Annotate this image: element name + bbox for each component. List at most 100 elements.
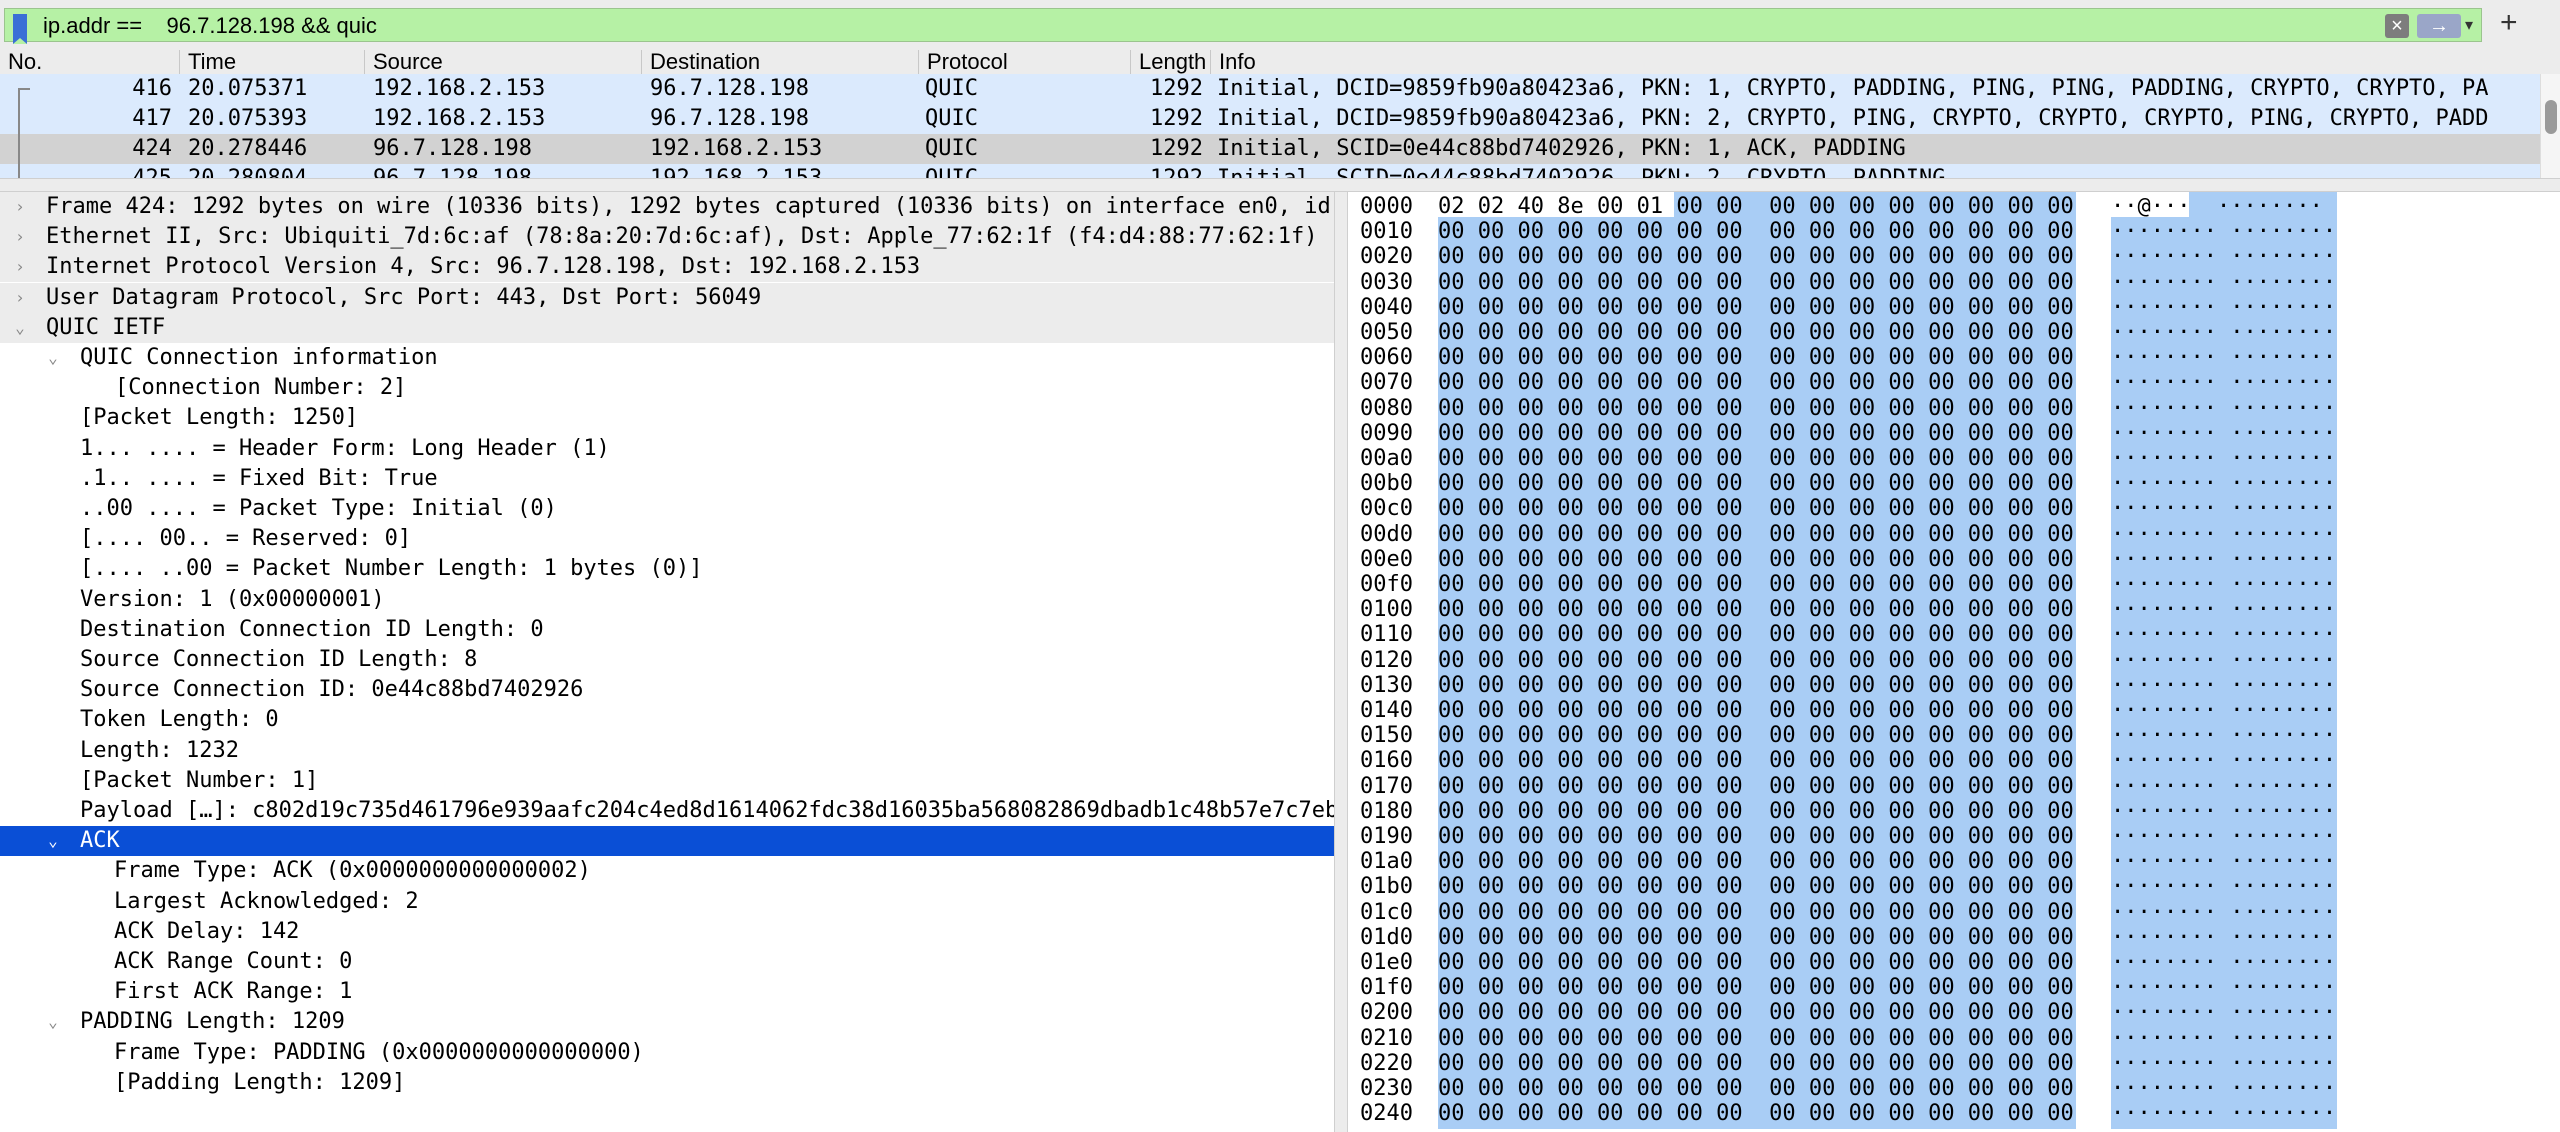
tree-node[interactable]: [Packet Length: 1250] — [0, 403, 1334, 433]
tree-node-label: Destination Connection ID Length: 0 — [80, 616, 544, 642]
tree-node-label: Source Connection ID Length: 8 — [80, 647, 478, 672]
cell-no: 424 — [132, 136, 172, 161]
tree-node-label: Internet Protocol Version 4, Src: 96.7.1… — [46, 254, 921, 280]
tree-node[interactable]: › User Datagram Protocol, Src Port: 443, … — [0, 282, 1334, 313]
hex-ascii[interactable]: ········ ········ — [2111, 1099, 2337, 1130]
hex-row: 0240 00 00 00 00 00 00 00 00 00 00 00 00 … — [1348, 1099, 2560, 1130]
tree-node[interactable]: › Ethernet II, Src: Ubiquiti_7d:6c:af (78… — [0, 222, 1334, 253]
cell-protocol: QUIC — [925, 164, 1125, 178]
packet-row[interactable]: 416 20.075371 192.168.2.153 96.7.128.198 QUI… — [0, 74, 2540, 104]
packet-row[interactable]: 417 20.075393 192.168.2.153 96.7.128.198 QUI… — [0, 104, 2540, 134]
tree-node[interactable]: Source Connection ID Length: 8 — [0, 645, 1334, 675]
packet-list-header: No. Time Source Destination Protocol Len… — [0, 50, 2560, 75]
packet-list-scrollbar[interactable] — [2540, 74, 2560, 178]
column-header-protocol[interactable]: Protocol — [919, 50, 1131, 74]
cell-time: 20.278446 — [188, 136, 308, 161]
column-header-time[interactable]: Time — [180, 50, 365, 74]
collapse-chevron-icon[interactable]: ⌄ — [45, 1007, 61, 1037]
tree-node-label: .1.. .... = Fixed Bit: True — [80, 465, 438, 491]
tree-node[interactable]: › Frame 424: 1292 bytes on wire (10336 bi… — [0, 192, 1334, 222]
tree-node[interactable]: Length: 1232 — [0, 736, 1334, 766]
tree-node-label: Token Length: 0 — [80, 707, 279, 733]
filter-expression[interactable]: ip.addr == 96.7.128.198 && quic — [43, 13, 377, 39]
tree-node-label: First ACK Range: 1 — [114, 979, 353, 1005]
cell-no: 417 — [132, 106, 172, 131]
clear-filter-icon[interactable]: × — [2385, 14, 2409, 38]
tree-node[interactable]: [.... 00.. = Reserved: 0] — [0, 524, 1334, 554]
column-header-no[interactable]: No. — [0, 50, 180, 74]
tree-node-label: Version: 1 (0x00000001) — [80, 586, 385, 612]
pane-splitter-vertical[interactable] — [1334, 192, 1348, 1132]
tree-node[interactable]: Frame Type: ACK (0x0000000000000002) — [0, 856, 1334, 886]
cell-length: 1292 — [1131, 164, 1203, 178]
tree-node[interactable]: Largest Acknowledged: 2 — [0, 887, 1334, 917]
cell-destination: 96.7.128.198 — [650, 76, 809, 101]
tree-node[interactable]: [Packet Number: 1] — [0, 766, 1334, 796]
hex-bytes[interactable]: 00 00 00 00 00 00 00 00 00 00 00 00 00 0… — [1438, 1099, 2076, 1130]
collapse-chevron-icon[interactable]: ⌄ — [45, 826, 61, 856]
cell-destination: 192.168.2.153 — [650, 136, 823, 161]
collapse-chevron-icon[interactable]: ⌄ — [45, 343, 61, 373]
packet-row[interactable]: 425 20.280804 96.7.128.198 192.168.2.153 QUI… — [0, 164, 2540, 178]
cell-length: 1292 — [1150, 106, 1203, 131]
tree-node[interactable]: Destination Connection ID Length: 0 — [0, 615, 1334, 645]
column-header-info[interactable]: Info — [1211, 50, 2560, 74]
expand-chevron-icon[interactable]: › — [12, 222, 28, 252]
tree-node[interactable]: ⌄ QUIC IETF — [0, 312, 1334, 343]
tree-node-label: [Connection Number: 2] — [115, 375, 407, 401]
cell-time: 20.075393 — [188, 106, 308, 131]
add-filter-button-icon[interactable]: + — [2500, 6, 2518, 40]
tree-node[interactable]: Frame Type: PADDING (0x0000000000000000) — [0, 1038, 1334, 1068]
expand-chevron-icon[interactable]: › — [12, 192, 28, 222]
packet-row[interactable]: 424 20.278446 96.7.128.198 192.168.2.153 QUI… — [0, 134, 2540, 164]
tree-node[interactable]: ⌄ PADDING Length: 1209 — [0, 1007, 1334, 1037]
cell-length: 1292 — [1150, 76, 1203, 101]
tree-node[interactable]: [.... ..00 = Packet Number Length: 1 byt… — [0, 554, 1334, 584]
cell-protocol: QUIC — [925, 76, 978, 101]
cell-destination: 96.7.128.198 — [650, 106, 809, 131]
expand-chevron-icon[interactable]: › — [12, 283, 28, 313]
tree-node[interactable]: ..00 .... = Packet Type: Initial (0) — [0, 494, 1334, 524]
filter-history-dropdown-icon[interactable]: ▾ — [2465, 15, 2473, 35]
column-header-source[interactable]: Source — [365, 50, 642, 74]
column-header-destination[interactable]: Destination — [642, 50, 919, 74]
tree-node[interactable]: ACK Range Count: 0 — [0, 947, 1334, 977]
tree-node[interactable]: [Connection Number: 2] — [0, 373, 1334, 403]
tree-node[interactable]: Version: 1 (0x00000001) — [0, 585, 1334, 615]
tree-node-label: [Packet Number: 1] — [80, 767, 319, 793]
tree-node[interactable]: Token Length: 0 — [0, 705, 1334, 735]
collapse-chevron-icon[interactable]: ⌄ — [12, 313, 28, 343]
tree-node[interactable]: Payload […]: c802d19c735d461796e939aafc2… — [0, 796, 1334, 826]
tree-node[interactable]: ACK Delay: 142 — [0, 917, 1334, 947]
bookmark-icon[interactable] — [13, 14, 27, 44]
tree-node-label: ACK Delay: 142 — [114, 918, 300, 944]
tree-node[interactable]: [Padding Length: 1209] — [0, 1068, 1334, 1098]
tree-node[interactable]: Source Connection ID: 0e44c88bd7402926 — [0, 675, 1334, 705]
display-filter-input[interactable]: ip.addr == 96.7.128.198 && quic × → ▾ — [4, 8, 2482, 44]
tree-node-label: Largest Acknowledged: 2 — [114, 888, 419, 914]
tree-node[interactable]: › Internet Protocol Version 4, Src: 96.7.… — [0, 252, 1334, 283]
expand-chevron-icon[interactable]: › — [12, 252, 28, 282]
tree-node[interactable]: ⌄ ACK — [0, 826, 1334, 857]
tree-node[interactable]: First ACK Range: 1 — [0, 977, 1334, 1007]
tree-node[interactable]: .1.. .... = Fixed Bit: True — [0, 464, 1334, 494]
tree-node-label: [Padding Length: 1209] — [114, 1069, 406, 1095]
cell-info: Initial, DCID=9859fb90a80423a6, PKN: 1, … — [1217, 76, 2489, 101]
cell-time: 20.075371 — [188, 76, 308, 101]
hex-offset: 0240 — [1360, 1101, 1413, 1127]
cell-source: 192.168.2.153 — [373, 76, 546, 101]
tree-node-label: Ethernet II, Src: Ubiquiti_7d:6c:af (78:… — [46, 224, 1318, 250]
tree-node-label: Frame Type: ACK (0x0000000000000002) — [114, 858, 591, 884]
tree-node[interactable]: 1... .... = Header Form: Long Header (1) — [0, 434, 1334, 464]
tree-node[interactable]: ⌄ QUIC Connection information — [0, 343, 1334, 373]
cell-no: 425 — [0, 164, 172, 178]
related-packet-indicator — [18, 88, 20, 178]
tree-node-label: PADDING Length: 1209 — [80, 1009, 345, 1035]
packet-list-scrollbar-thumb[interactable] — [2545, 100, 2557, 134]
cell-destination: 192.168.2.153 — [650, 164, 915, 178]
apply-filter-icon[interactable]: → — [2417, 14, 2461, 38]
packet-bytes-pane: 0000 02 02 40 8e 00 01 00 00 00 00 00 00 … — [1348, 192, 2560, 1132]
tree-node-label: [Packet Length: 1250] — [80, 405, 359, 431]
pane-splitter-horizontal[interactable] — [0, 178, 2560, 192]
column-header-length[interactable]: Length — [1131, 50, 1211, 74]
